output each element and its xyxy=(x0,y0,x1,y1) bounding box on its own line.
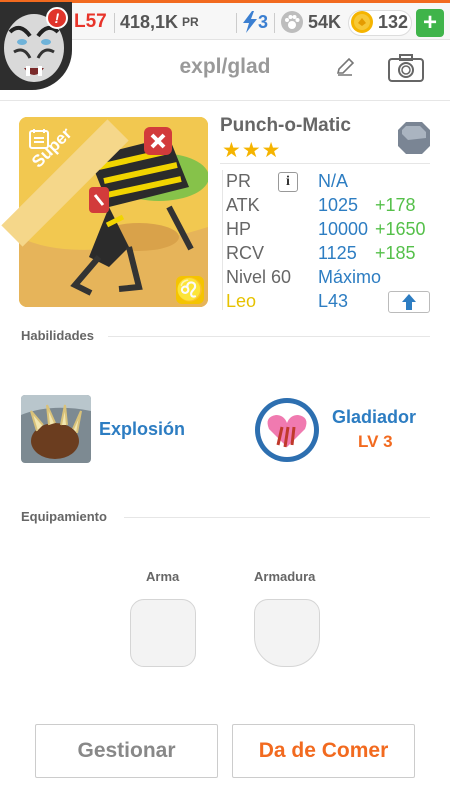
paw-counter[interactable]: 54K xyxy=(280,9,341,35)
alert-badge[interactable]: ! xyxy=(46,7,68,29)
card-document-icon xyxy=(28,128,50,150)
power-rating-value: 418,1K xyxy=(120,11,179,32)
weapon-label: Arma xyxy=(146,569,180,584)
player-level: L57 xyxy=(74,11,107,32)
equipment-divider xyxy=(124,517,430,518)
rcv-bonus: +185 xyxy=(375,243,416,263)
level-label: Nivel 60 xyxy=(226,267,292,287)
armor-label: Armadura xyxy=(254,569,316,584)
camera-icon[interactable] xyxy=(388,54,424,82)
edit-pencil-icon[interactable] xyxy=(334,56,356,78)
explosion-ability-icon[interactable] xyxy=(21,395,91,463)
divider xyxy=(274,13,275,33)
rcv-label: RCV xyxy=(226,243,265,263)
gladiator-ability-level: LV 3 xyxy=(358,432,393,451)
coin-counter[interactable]: 132 xyxy=(350,9,408,35)
level-value: Máximo xyxy=(318,267,382,287)
manage-button[interactable]: Gestionar xyxy=(35,724,218,778)
info-divider xyxy=(220,163,430,164)
armor-slot[interactable] xyxy=(254,599,320,667)
pr-value: N/A xyxy=(318,171,349,191)
arrow-up-icon xyxy=(402,294,416,310)
pr-info-button[interactable]: i xyxy=(278,172,298,192)
gladiator-heart-icon[interactable] xyxy=(254,397,320,463)
info-vertical-divider xyxy=(222,170,223,310)
power-rating-unit: PR xyxy=(182,15,199,29)
monster-name: Punch-o-Matic xyxy=(220,115,351,136)
energy-counter[interactable]: 3 xyxy=(242,9,268,35)
weapon-slot[interactable] xyxy=(130,599,196,667)
divider xyxy=(114,13,115,33)
monster-detail-screen: L57 418,1K PR 3 54K 132 + ! expl/glad Su… xyxy=(0,0,450,800)
paw-icon xyxy=(281,11,303,33)
divider xyxy=(236,13,237,33)
player-power-rating: 418,1K PR xyxy=(120,9,199,35)
sign-level-value: L43 xyxy=(318,291,349,311)
hp-label: HP xyxy=(226,219,252,239)
gem-slot-icon[interactable] xyxy=(396,120,432,156)
abilities-divider xyxy=(108,336,430,337)
atk-value: 1025 xyxy=(318,195,359,215)
coin-value: 132 xyxy=(378,11,409,32)
sign-label: Leo xyxy=(226,291,257,311)
atk-label: ATK xyxy=(226,195,260,215)
energy-value: 3 xyxy=(258,11,269,32)
rarity-stars: ★★★ xyxy=(222,139,282,162)
coin-icon xyxy=(351,11,373,33)
zodiac-leo-icon: ♌ xyxy=(176,276,204,304)
hp-bonus: +1650 xyxy=(375,219,426,239)
page-title: expl/glad xyxy=(179,55,271,78)
upgrade-sign-button[interactable] xyxy=(388,291,430,313)
pr-label: PR xyxy=(226,171,252,191)
header-divider xyxy=(0,100,450,101)
explosion-ability-name[interactable]: Explosión xyxy=(99,419,185,440)
lightning-icon xyxy=(243,11,257,33)
feed-button[interactable]: Da de Comer xyxy=(232,724,415,778)
abilities-section-label: Habilidades xyxy=(21,328,94,343)
equipment-section-label: Equipamiento xyxy=(21,509,107,524)
add-coins-button[interactable]: + xyxy=(416,9,444,37)
gladiator-ability-name[interactable]: Gladiador xyxy=(332,407,416,428)
rcv-value: 1125 xyxy=(318,243,357,263)
atk-bonus: +178 xyxy=(375,195,416,215)
paw-value: 54K xyxy=(308,11,342,32)
hp-value: 10000 xyxy=(318,219,369,239)
